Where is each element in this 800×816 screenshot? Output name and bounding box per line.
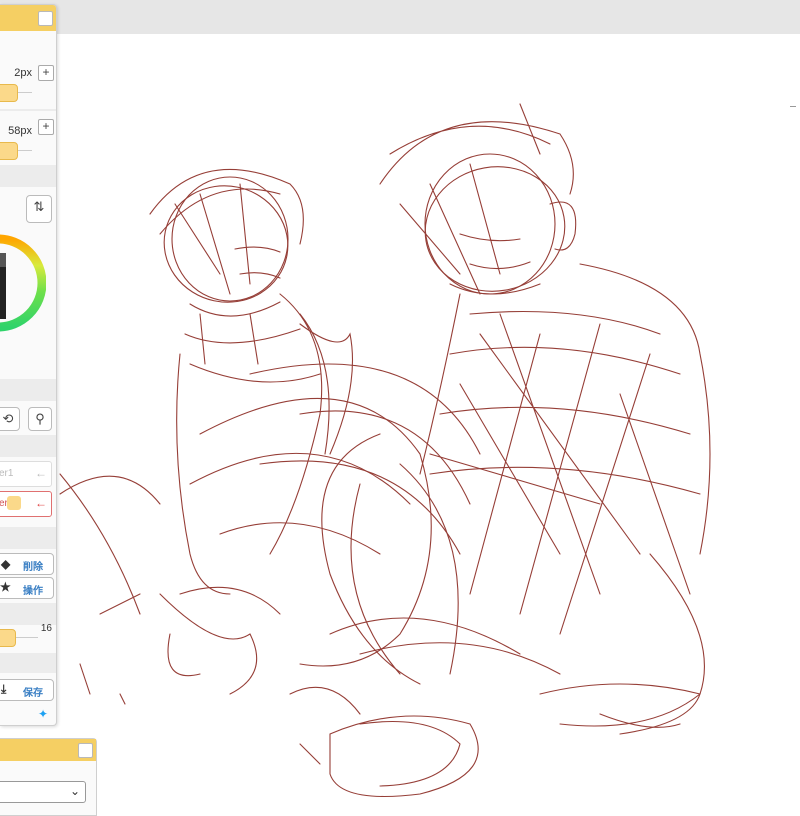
left-face — [189, 246, 281, 317]
rotate-icon: ⟲ — [2, 411, 14, 426]
color-section-band — [0, 165, 56, 187]
layer-operation-button[interactable]: ★ 操作 — [0, 577, 54, 599]
delete-label: 削除 — [23, 562, 43, 573]
save-button[interactable]: ⤓ 保存 — [0, 679, 54, 701]
right-feet — [329, 683, 701, 798]
right-torso-scribble — [429, 313, 691, 635]
left-foot — [159, 593, 258, 695]
zoom-button[interactable]: ⚲ — [28, 407, 52, 431]
layer-section-band — [0, 435, 56, 457]
star-icon: ★ — [0, 580, 11, 594]
opacity-plus-button[interactable]: + — [38, 119, 54, 135]
secondary-panel-header[interactable] — [0, 739, 96, 761]
brush-size-plus-button[interactable]: + — [38, 65, 54, 81]
top-bar — [0, 0, 800, 34]
layer-ops-band — [0, 527, 56, 549]
scale-slider[interactable] — [0, 629, 16, 647]
right-head-stroke — [424, 153, 556, 295]
opacity-slider[interactable] — [0, 142, 18, 160]
left-legs — [189, 398, 432, 667]
left-neck — [184, 313, 301, 365]
operation-label: 操作 — [23, 586, 43, 597]
brush-size-value: 2px — [14, 67, 32, 79]
diamond-icon: ◆ — [1, 557, 11, 571]
layer-item-1[interactable]: er1 ← — [0, 461, 52, 487]
layer-1-label: er1 — [0, 468, 14, 479]
scribble-misc — [179, 363, 561, 675]
left-hair — [149, 168, 304, 295]
drawing-canvas[interactable] — [0, 34, 800, 814]
download-icon: ⤓ — [1, 682, 7, 696]
opacity-value: 58px — [8, 125, 32, 137]
right-torso — [419, 263, 711, 555]
swap-icon: ⇅ — [33, 199, 45, 214]
delete-layer-button[interactable]: ◆ 削除 — [0, 553, 54, 575]
arrow-left-active-icon[interactable]: ← — [35, 496, 47, 510]
left-arm — [269, 293, 330, 555]
right-face — [449, 233, 541, 295]
brush-size-slider[interactable] — [0, 84, 18, 102]
secondary-panel-toggle[interactable] — [78, 743, 93, 758]
color-swap-button[interactable]: ⇅ — [26, 195, 52, 223]
tool-panel-header[interactable] — [0, 5, 56, 31]
layer-item-2[interactable]: er2 ← — [0, 491, 52, 517]
secondary-panel: ⌄ — [0, 738, 97, 816]
tool-panel-toggle[interactable] — [38, 11, 53, 26]
magnifier-icon: ⚲ — [35, 411, 45, 426]
save-label: 保存 — [23, 688, 43, 699]
scale-value: 16 — [40, 623, 52, 634]
arrow-left-icon[interactable]: ← — [35, 466, 47, 480]
right-legs — [321, 433, 705, 727]
save-section-band — [0, 653, 56, 673]
left-floor — [59, 473, 161, 705]
right-floor — [289, 686, 681, 765]
chevron-down-icon: ⌄ — [69, 784, 80, 798]
color-wheel[interactable] — [0, 201, 46, 371]
tool-panel: 2px + 58px + ⇅ ⟲ ⚲ er1 ← ← ◆ 削除 ★ 操作 16 … — [0, 4, 57, 726]
sketch-drawing — [59, 103, 711, 798]
left-head-stroke-2 — [163, 185, 289, 303]
divider — [0, 109, 56, 111]
secondary-panel-select[interactable]: ⌄ — [0, 781, 86, 803]
rotate-button[interactable]: ⟲ — [0, 407, 20, 431]
twitter-bird-icon[interactable]: ✦ — [38, 707, 48, 721]
tool-section-band — [0, 379, 56, 401]
scale-section-band — [0, 603, 56, 625]
layer-2-thumbnail — [7, 496, 21, 510]
right-head-stroke-2 — [424, 166, 566, 292]
